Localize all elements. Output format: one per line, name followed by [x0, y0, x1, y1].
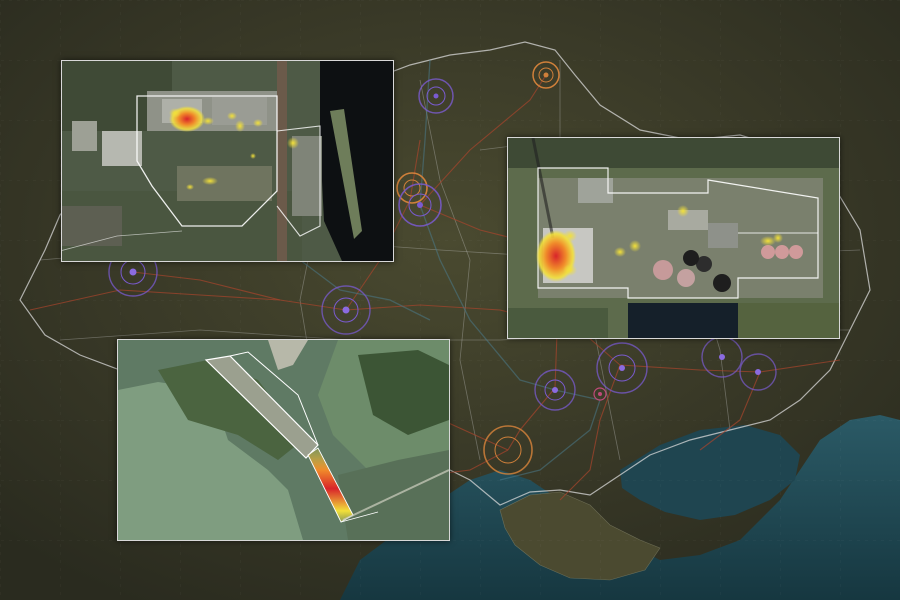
inset-imagery [62, 61, 393, 261]
inset-imagery [118, 340, 449, 540]
satellite-inset-power-plant[interactable] [507, 137, 840, 339]
inset-imagery [508, 138, 839, 338]
satellite-inset-industrial[interactable] [61, 60, 394, 262]
map-view[interactable] [0, 0, 900, 600]
satellite-inset-dam[interactable] [117, 339, 450, 541]
